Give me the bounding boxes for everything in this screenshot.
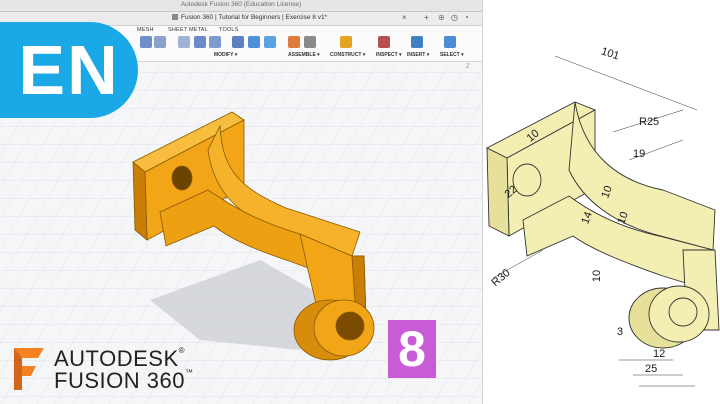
tab-tools[interactable]: TOOLS bbox=[219, 27, 239, 33]
drawing-canvas bbox=[486, 55, 720, 387]
dim-25: 25 bbox=[645, 363, 658, 375]
technical-drawing: 101 R25 10 19 22 10 14 10 R30 10 3 12 25 bbox=[482, 0, 720, 404]
select-arrow-icon[interactable] bbox=[444, 36, 456, 48]
group-assemble[interactable]: ASSEMBLE ▾ bbox=[288, 52, 320, 58]
insert-image-icon[interactable] bbox=[411, 36, 423, 48]
fillet-icon[interactable] bbox=[194, 36, 206, 48]
group-construct[interactable]: CONSTRUCT ▾ bbox=[330, 52, 365, 58]
trademark-mark: ™ bbox=[184, 368, 194, 377]
language-badge-text: EN bbox=[18, 31, 120, 109]
sweep-icon[interactable] bbox=[140, 36, 152, 48]
clock-icon[interactable]: ◷ bbox=[451, 13, 458, 22]
document-tab-title: Fusion 360 | Tutorial for Beginners | Ex… bbox=[181, 14, 328, 21]
registered-mark: ® bbox=[178, 346, 186, 355]
exercise-number: 8 bbox=[398, 321, 426, 377]
move-icon[interactable] bbox=[248, 36, 260, 48]
dim-r25: R25 bbox=[639, 116, 660, 128]
notifications-icon[interactable]: ◔ bbox=[464, 13, 469, 22]
group-insert[interactable]: INSERT ▾ bbox=[407, 52, 429, 58]
extensions-icon[interactable]: ⊕ bbox=[438, 13, 445, 22]
thumbnail-stage: Autodesk Fusion 360 (Education License) … bbox=[0, 0, 720, 404]
fusion-f-icon bbox=[14, 348, 44, 390]
group-select[interactable]: SELECT ▾ bbox=[440, 52, 464, 58]
brand-fusion: FUSION 360™ bbox=[54, 368, 193, 394]
dim-19: 19 bbox=[633, 148, 646, 160]
align-icon[interactable] bbox=[264, 36, 276, 48]
offset-plane-icon[interactable] bbox=[340, 36, 352, 48]
close-tab-icon[interactable]: × bbox=[402, 13, 407, 22]
joint-icon[interactable] bbox=[304, 36, 316, 48]
new-tab-icon[interactable]: + bbox=[424, 13, 429, 22]
dim-12: 12 bbox=[653, 348, 666, 360]
viewcube-icon[interactable]: Z bbox=[466, 64, 480, 92]
exercise-number-badge: 8 bbox=[388, 320, 436, 378]
measure-icon[interactable] bbox=[378, 36, 390, 48]
document-icon bbox=[172, 14, 178, 21]
shell-icon[interactable] bbox=[232, 36, 244, 48]
dim-10-base: 10 bbox=[591, 269, 604, 283]
autodesk-fusion-logo: AUTODESK® FUSION 360™ bbox=[10, 344, 210, 394]
dim-3: 3 bbox=[617, 326, 624, 338]
tab-mesh[interactable]: MESH bbox=[137, 27, 154, 33]
drawing-part bbox=[486, 101, 720, 349]
window-title: Autodesk Fusion 360 (Education License) bbox=[180, 1, 302, 8]
new-component-icon[interactable] bbox=[288, 36, 300, 48]
group-modify[interactable]: MODIFY ▾ bbox=[214, 52, 237, 58]
group-inspect[interactable]: INSPECT ▾ bbox=[376, 52, 402, 58]
brand-fusion-text: FUSION 360 bbox=[54, 368, 185, 393]
chamfer-icon[interactable] bbox=[209, 36, 221, 48]
language-badge: EN bbox=[0, 22, 138, 118]
document-tab[interactable]: Fusion 360 | Tutorial for Beginners | Ex… bbox=[172, 14, 327, 21]
press-pull-icon[interactable] bbox=[178, 36, 190, 48]
tab-sheet-metal[interactable]: SHEET METAL bbox=[168, 27, 208, 33]
mac-titlebar: Autodesk Fusion 360 (Education License) bbox=[0, 0, 482, 12]
loft-icon[interactable] bbox=[154, 36, 166, 48]
